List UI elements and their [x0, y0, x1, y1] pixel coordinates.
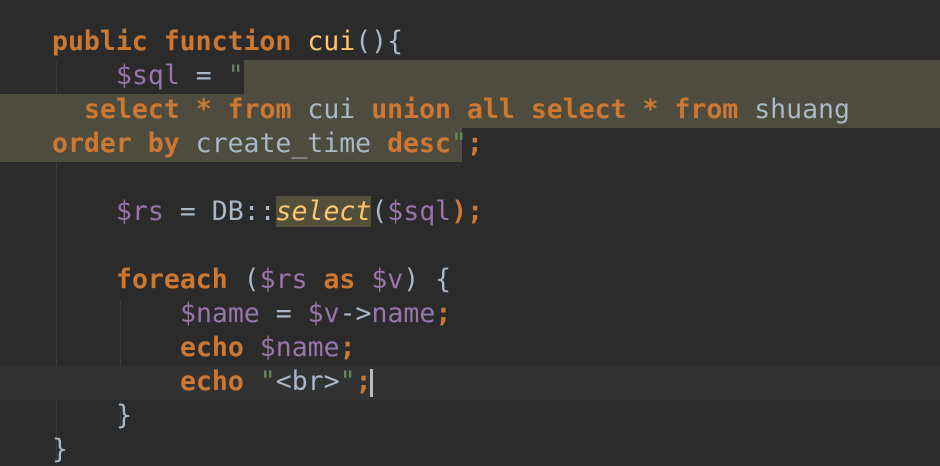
- operator: ->: [339, 298, 372, 329]
- property: name: [371, 298, 436, 329]
- text-caret: [370, 369, 373, 397]
- punctuation: (: [227, 264, 260, 295]
- string-quote: ": [339, 366, 356, 397]
- code-line[interactable]: }: [52, 433, 68, 466]
- sql-keyword: select: [530, 94, 627, 125]
- sql-keyword: order: [52, 128, 132, 159]
- closing-brace: }: [116, 400, 132, 431]
- variable: $rs: [259, 264, 308, 295]
- variable: $v: [371, 264, 404, 295]
- method-name: select: [275, 196, 372, 227]
- code-line[interactable]: echo "<br>";: [180, 365, 372, 399]
- code-line[interactable]: }: [116, 399, 132, 433]
- sql-keyword: by: [147, 128, 180, 159]
- string-content: <br>: [275, 366, 340, 397]
- sql-keyword: desc: [387, 128, 451, 159]
- variable: $v: [307, 298, 340, 329]
- operator: =: [259, 298, 308, 329]
- sql-identifier: shuang: [738, 94, 850, 125]
- sql-operator: *: [626, 94, 675, 125]
- sql-keyword: from: [227, 94, 292, 125]
- keyword: echo: [180, 332, 244, 363]
- keyword: function: [163, 26, 292, 57]
- sql-identifier: create_time: [179, 128, 388, 159]
- keyword: as: [323, 264, 356, 295]
- code-line[interactable]: $sql = ": [116, 59, 244, 93]
- semicolon: ;: [339, 332, 356, 363]
- code-line[interactable]: $rs = DB::select($sql);: [116, 195, 483, 229]
- code-line[interactable]: public function cui(){: [52, 25, 403, 59]
- function-name: cui: [307, 26, 356, 57]
- punctuation: );: [451, 196, 484, 227]
- variable: $rs: [116, 196, 164, 227]
- string-quote: ": [450, 128, 467, 159]
- code-line[interactable]: select * from cui union all select * fro…: [84, 93, 850, 127]
- code-editor[interactable]: public function cui(){ $sql = " select *…: [0, 0, 940, 466]
- semicolon: ;: [466, 128, 483, 159]
- code-line[interactable]: foreach ($rs as $v) {: [116, 263, 451, 297]
- selection-highlight: [244, 60, 940, 94]
- class-name: DB::: [211, 196, 276, 227]
- sql-keyword: select: [84, 94, 180, 125]
- string-quote: ": [227, 60, 244, 91]
- code-line[interactable]: echo $name;: [180, 331, 356, 365]
- sql-operator: *: [179, 94, 228, 125]
- sql-keyword: from: [674, 94, 739, 125]
- operator: =: [179, 60, 228, 91]
- punctuation: (){: [355, 26, 404, 57]
- sql-keyword: all: [466, 94, 515, 125]
- variable: $sql: [116, 60, 180, 91]
- string-quote: ": [259, 366, 276, 397]
- punctuation: ) {: [403, 264, 452, 295]
- closing-brace: }: [52, 434, 68, 465]
- operator: =: [163, 196, 212, 227]
- sql-keyword: union: [371, 94, 451, 125]
- variable: $name: [259, 332, 340, 363]
- variable: $sql: [387, 196, 452, 227]
- punctuation: (: [371, 196, 388, 227]
- keyword: public: [52, 26, 148, 57]
- variable: $name: [180, 298, 260, 329]
- code-line[interactable]: $name = $v->name;: [180, 297, 451, 331]
- semicolon: ;: [435, 298, 452, 329]
- keyword: echo: [180, 366, 244, 397]
- current-line-highlight: [0, 366, 940, 400]
- keyword: foreach: [116, 264, 228, 295]
- code-line[interactable]: order by create_time desc";: [52, 127, 483, 161]
- sql-identifier: cui: [291, 94, 372, 125]
